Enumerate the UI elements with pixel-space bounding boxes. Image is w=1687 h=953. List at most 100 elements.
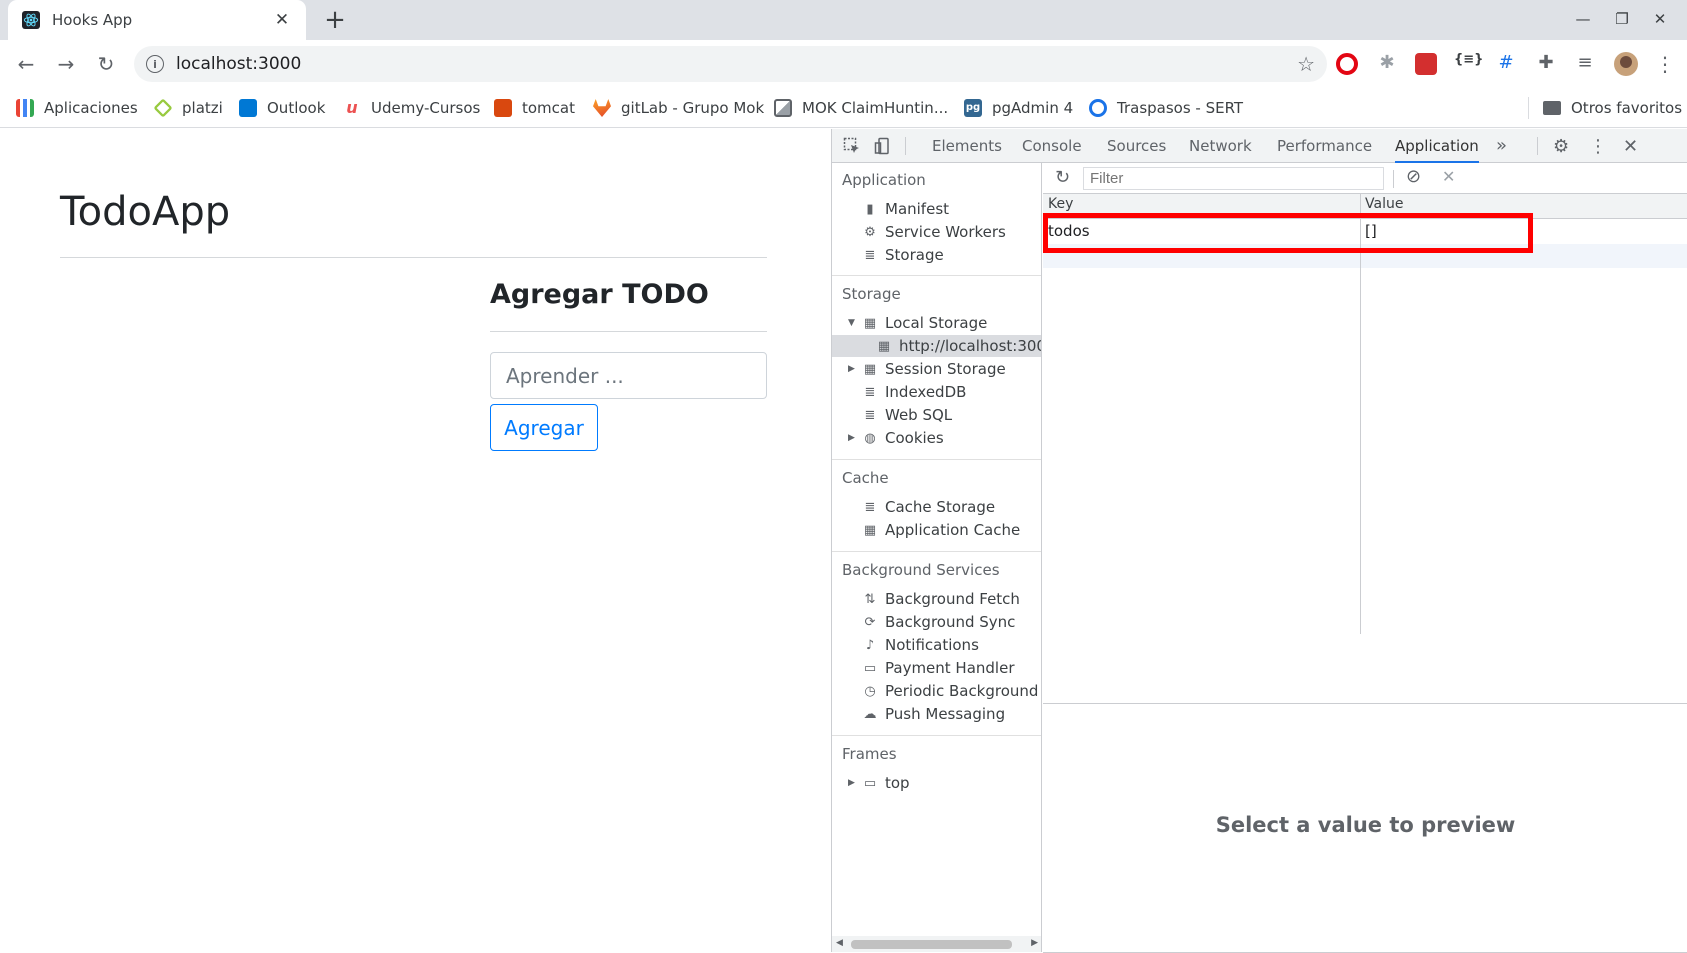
expanded-triangle-icon[interactable]: ▼: [848, 318, 858, 328]
bookmark-tomcat[interactable]: tomcat: [494, 96, 575, 120]
window-close-icon[interactable]: ✕: [1650, 10, 1670, 28]
devtools-menu-icon[interactable]: ⋮: [1589, 136, 1607, 157]
device-toolbar-icon[interactable]: [874, 137, 892, 155]
site-info-icon[interactable]: i: [146, 55, 164, 73]
sidebar-item-application-cache[interactable]: ▦ Application Cache: [862, 519, 1020, 541]
restore-icon[interactable]: ❐: [1612, 10, 1632, 28]
add-todo-heading: Agregar TODO: [490, 279, 709, 310]
bookmark-aplicaciones[interactable]: Aplicaciones: [16, 96, 138, 120]
bookmark-gitlab[interactable]: gitLab - Grupo Mok: [593, 96, 764, 120]
tab-application[interactable]: Application: [1395, 129, 1479, 163]
inspect-element-icon[interactable]: [843, 137, 861, 155]
collapsed-triangle-icon[interactable]: ▶: [848, 364, 858, 374]
sidebar-item-manifest[interactable]: ▮ Manifest: [862, 198, 949, 220]
tab-performance[interactable]: Performance: [1277, 129, 1372, 163]
tomcat-icon: [494, 99, 512, 117]
outlook-icon: [239, 99, 257, 117]
sidebar-item-frame-top[interactable]: ▶ ▭ top: [848, 772, 910, 794]
grid-preview-splitter[interactable]: [1043, 703, 1687, 704]
bookmark-platzi[interactable]: platzi: [153, 96, 223, 120]
section-divider: [832, 735, 1041, 736]
tab-console[interactable]: Console: [1022, 129, 1082, 163]
sert-icon: [1089, 99, 1107, 117]
refresh-icon[interactable]: ↻: [1055, 167, 1070, 188]
sidebar-item-label: Cookies: [885, 429, 944, 447]
more-tabs-button[interactable]: »: [1496, 129, 1507, 163]
tab-network[interactable]: Network: [1189, 129, 1252, 163]
sidebar-item-local-storage[interactable]: ▼ ▦ Local Storage: [848, 312, 987, 334]
new-tab-button[interactable]: +: [321, 6, 349, 34]
bug-extension-icon[interactable]: ✱: [1375, 52, 1399, 73]
collapsed-triangle-icon[interactable]: ▶: [848, 778, 858, 788]
page-title: TodoApp: [60, 189, 231, 235]
sidebar-item-cache-storage[interactable]: ≣ Cache Storage: [862, 496, 996, 518]
delete-selected-icon[interactable]: ✕: [1442, 167, 1455, 186]
back-icon[interactable]: ←: [14, 52, 38, 76]
json-extension-icon[interactable]: {≡}: [1454, 52, 1483, 67]
scrollbar-thumb[interactable]: [851, 940, 1012, 949]
bookmark-star-icon[interactable]: ☆: [1297, 52, 1315, 76]
collapsed-triangle-icon[interactable]: ▶: [848, 433, 858, 443]
profile-avatar[interactable]: [1614, 52, 1638, 76]
clear-all-icon[interactable]: ⊘: [1406, 166, 1421, 187]
settings-gear-icon[interactable]: ⚙: [1553, 136, 1569, 157]
sidebar-item-indexeddb[interactable]: ≣ IndexedDB: [862, 381, 967, 403]
sidebar-item-cookies[interactable]: ▶ ◍ Cookies: [848, 427, 944, 449]
column-key[interactable]: Key: [1048, 196, 1073, 212]
browser-tab[interactable]: Hooks App ✕: [8, 0, 306, 40]
bookmark-outlook[interactable]: Outlook: [239, 96, 325, 120]
sidebar-item-label: Background Sync: [885, 613, 1016, 631]
section-divider: [832, 551, 1041, 552]
table-grid-icon: ▦: [863, 315, 877, 331]
scroll-left-arrow-icon[interactable]: ◀: [836, 938, 843, 948]
sidebar-item-storage[interactable]: ≣ Storage: [862, 244, 944, 266]
chrome-menu-icon[interactable]: ⋮: [1655, 52, 1675, 76]
devtools-close-icon[interactable]: ✕: [1623, 136, 1638, 157]
puzzle-extension-icon[interactable]: ✚: [1534, 52, 1558, 73]
bookmark-mok[interactable]: MOK ClaimHuntin...: [774, 96, 948, 120]
sidebar-item-web-sql[interactable]: ≣ Web SQL: [862, 404, 953, 426]
sidebar-item-push-messaging[interactable]: ☁ Push Messaging: [862, 703, 1006, 725]
title-divider: [60, 257, 767, 258]
reload-icon[interactable]: ↻: [94, 52, 118, 76]
red-extension-icon[interactable]: [1415, 53, 1437, 75]
sidebar-horizontal-scrollbar[interactable]: ◀ ▶: [832, 936, 1041, 952]
sidebar-item-label: Storage: [885, 246, 944, 264]
sidebar-item-label: Payment Handler: [885, 659, 1015, 677]
sidebar-item-service-workers[interactable]: ⚙ Service Workers: [862, 221, 1006, 243]
bookmarks-divider: [1528, 97, 1529, 119]
database-icon: ≣: [864, 384, 876, 400]
address-bar[interactable]: i localhost:3000 ☆: [134, 46, 1327, 82]
opera-extension-icon[interactable]: [1336, 53, 1358, 75]
sidebar-item-periodic-background-sync[interactable]: ◷ Periodic Background Sy: [862, 680, 1041, 702]
cookie-icon: ◍: [864, 430, 876, 446]
application-sidebar: Application ▮ Manifest ⚙ Service Workers ≣…: [832, 163, 1042, 952]
bookmark-other-folder[interactable]: Otros favoritos: [1543, 96, 1682, 120]
tab-elements[interactable]: Elements: [932, 129, 1002, 163]
sidebar-item-local-origin[interactable]: ▦ http://localhost:3000: [876, 335, 1041, 357]
minimize-icon[interactable]: —: [1573, 10, 1593, 28]
folder-icon: [1543, 101, 1561, 115]
scroll-right-arrow-icon[interactable]: ▶: [1031, 938, 1038, 948]
filter-input[interactable]: [1083, 167, 1384, 190]
add-button[interactable]: Agregar: [490, 404, 598, 451]
page-content: TodoApp Agregar TODO Agregar: [0, 129, 831, 952]
todo-input[interactable]: [490, 352, 767, 399]
bookmark-label: gitLab - Grupo Mok: [621, 99, 765, 117]
udemy-icon: u: [346, 98, 358, 117]
sidebar-item-notifications[interactable]: ♪ Notifications: [862, 634, 979, 656]
sidebar-item-background-sync[interactable]: ⟳ Background Sync: [862, 611, 1016, 633]
tab-close-icon[interactable]: ✕: [272, 10, 292, 30]
sidebar-item-session-storage[interactable]: ▶ ▦ Session Storage: [848, 358, 1006, 380]
sidebar-item-background-fetch[interactable]: ⇅ Background Fetch: [862, 588, 1020, 610]
column-value[interactable]: Value: [1365, 196, 1403, 212]
grid-extension-icon[interactable]: #: [1494, 52, 1518, 73]
sidebar-item-label: Manifest: [885, 200, 950, 218]
tab-sources[interactable]: Sources: [1107, 129, 1166, 163]
forward-icon[interactable]: →: [54, 52, 78, 76]
bookmark-sert[interactable]: Traspasos - SERT: [1089, 96, 1243, 120]
media-queue-icon[interactable]: ≡: [1573, 52, 1597, 73]
bookmark-pgadmin[interactable]: pg pgAdmin 4: [964, 96, 1073, 120]
sidebar-item-payment-handler[interactable]: ▭ Payment Handler: [862, 657, 1015, 679]
bookmark-udemy[interactable]: u Udemy-Cursos: [343, 96, 480, 120]
